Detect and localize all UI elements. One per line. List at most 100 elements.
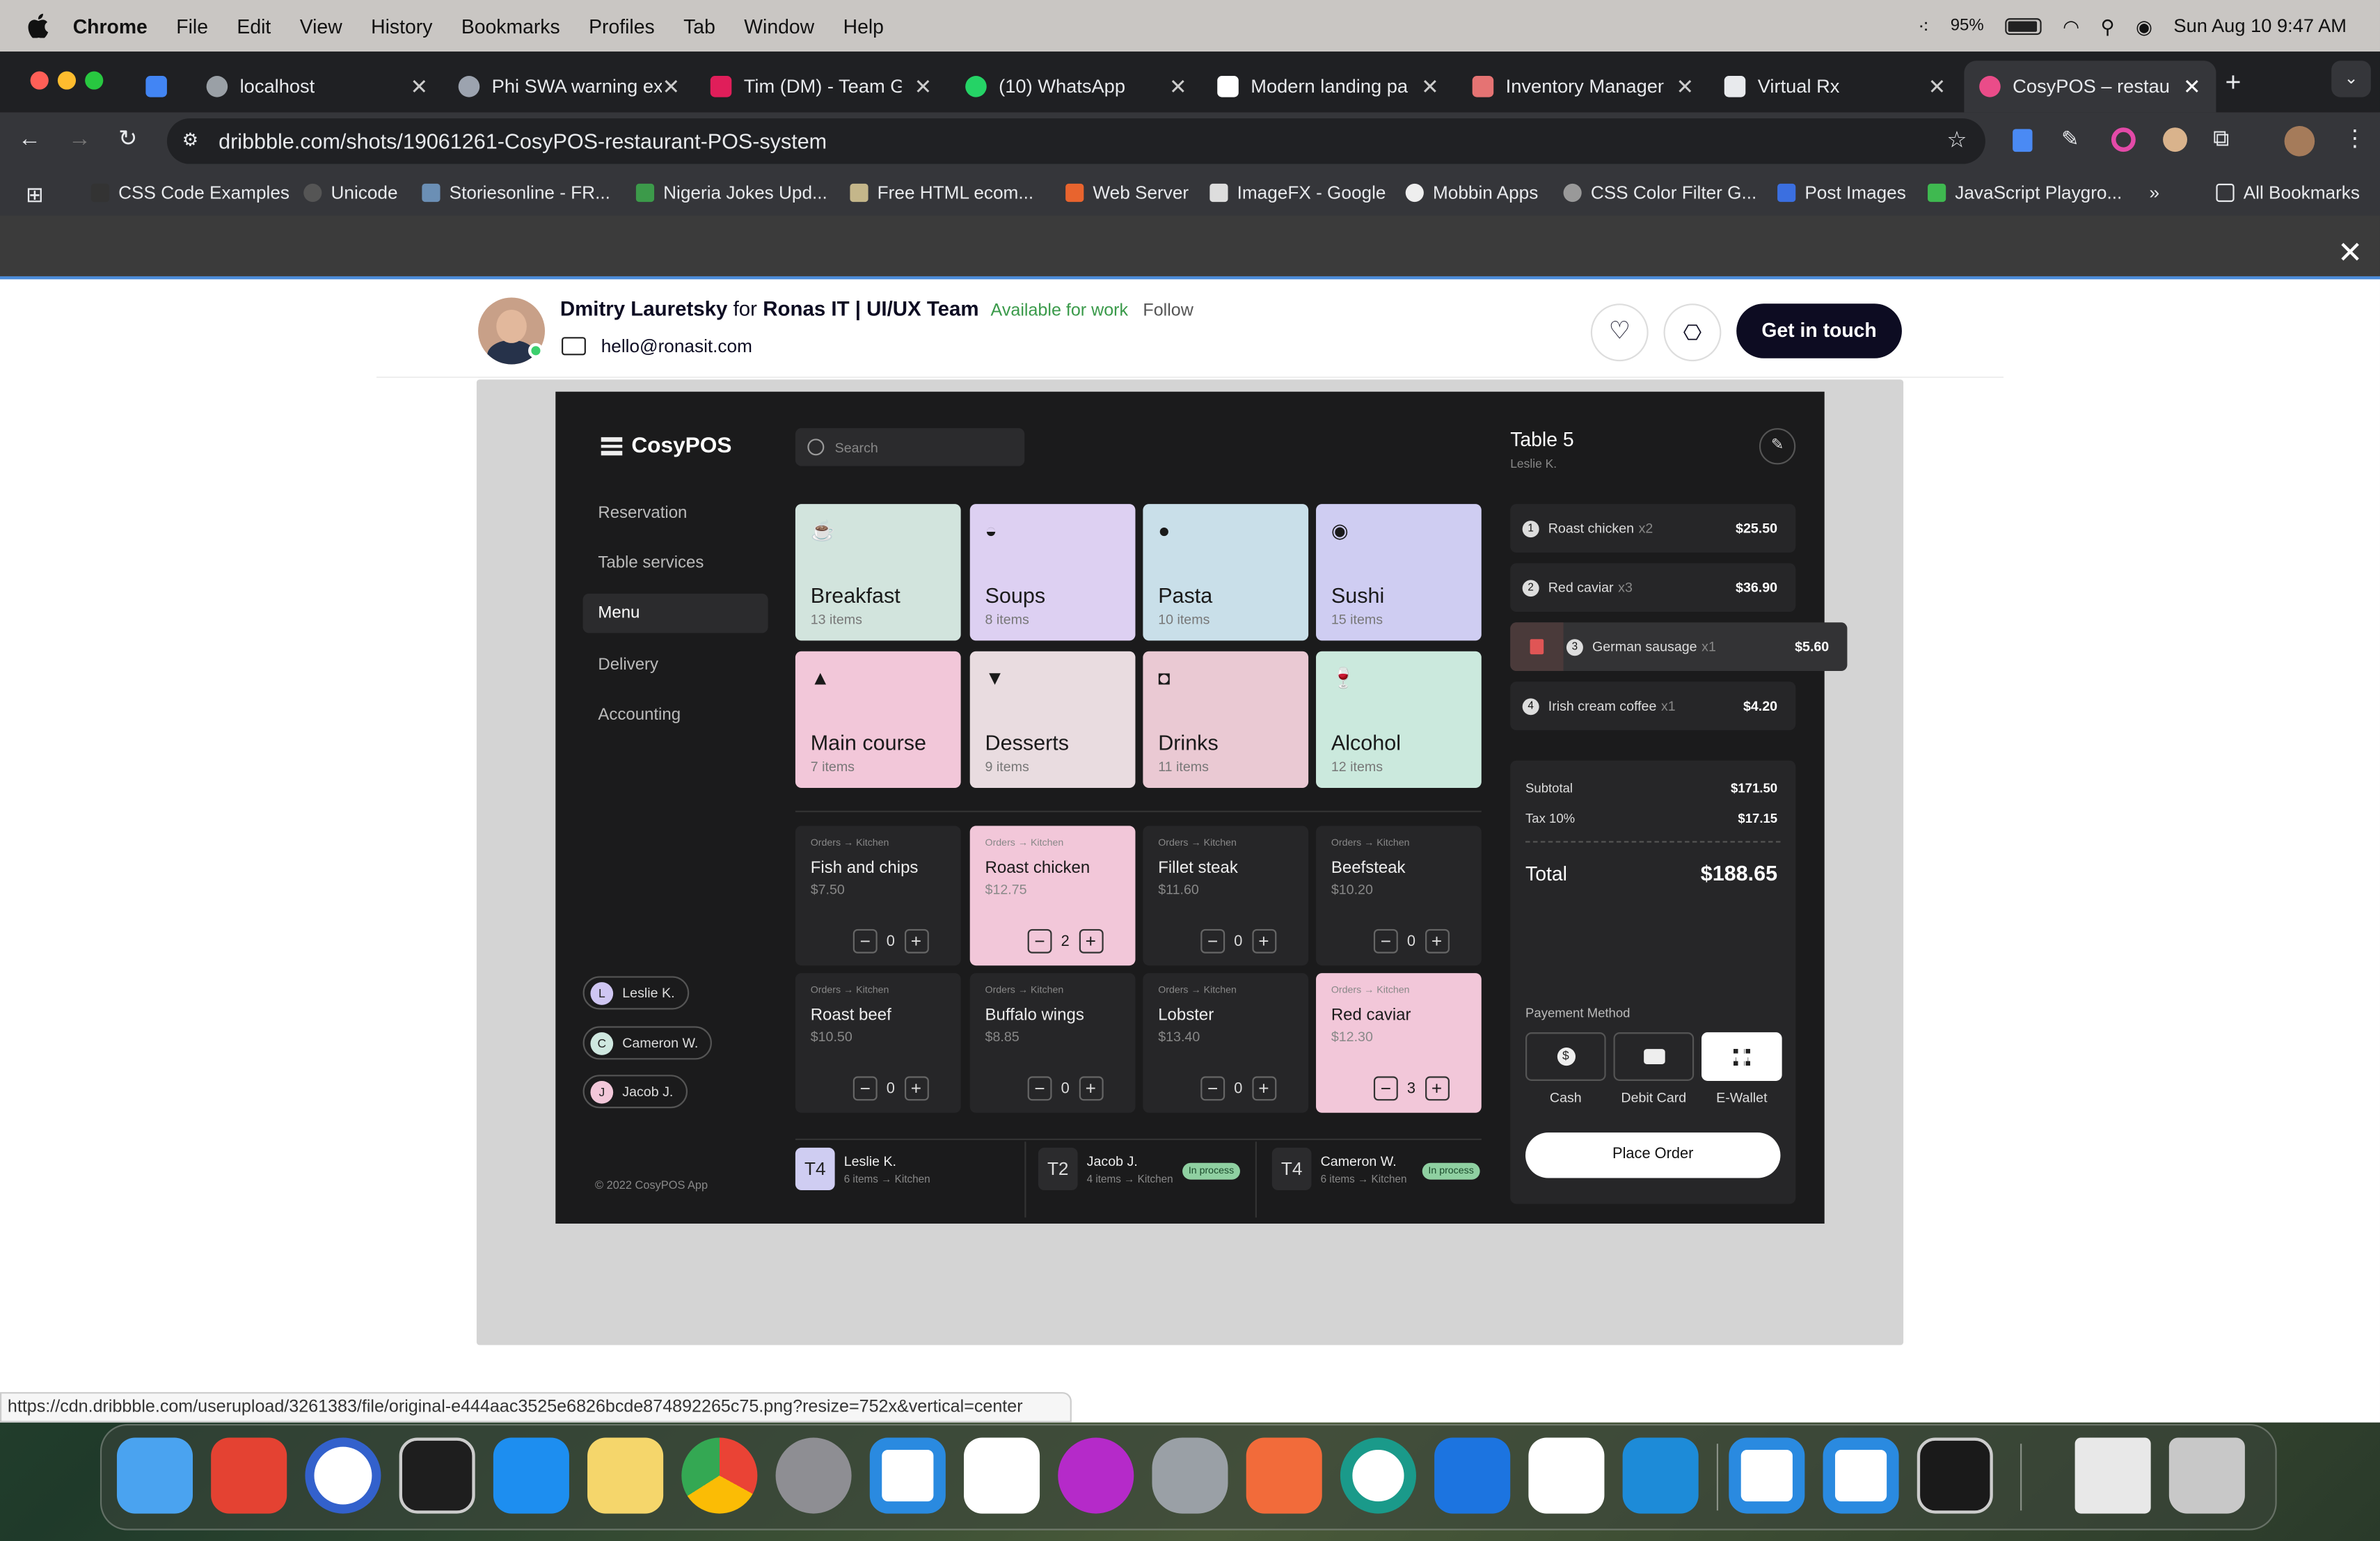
clock[interactable]: Sun Aug 10 9:47 AM (2173, 15, 2347, 37)
team-name[interactable]: Ronas IT | UI/UX Team (763, 297, 978, 320)
spotlight-search-icon[interactable]: ⚲ (2101, 15, 2115, 38)
bookmark-css-code-examples[interactable]: CSS Code Examples (90, 182, 289, 203)
dock-finder-icon[interactable] (116, 1437, 193, 1514)
order-line-4[interactable]: 4 Irish cream coffee x1 $4.20 (1510, 681, 1796, 731)
active-table-t4-leslie[interactable]: T4 Leslie K. 6 items → Kitchen (795, 1147, 1008, 1199)
increment-button[interactable]: + (903, 928, 928, 954)
designer-name[interactable]: Dmitry Lauretsky (560, 297, 728, 320)
nav-accounting[interactable]: Accounting (583, 695, 768, 735)
staff-chip-leslie[interactable]: L Leslie K. (582, 976, 689, 1010)
staff-chip-cameron[interactable]: C Cameron W. (582, 1026, 712, 1060)
bookmark-nigeria-jokes[interactable]: Nigeria Jokes Upd... (635, 182, 827, 203)
close-icon[interactable]: ✕ (1169, 74, 1187, 100)
extension-docs-icon[interactable] (2013, 129, 2033, 152)
nav-table-services[interactable]: Table services (583, 544, 768, 583)
decrement-button[interactable]: − (1373, 928, 1398, 954)
wifi-icon[interactable]: ◠ (2063, 15, 2079, 38)
category-drinks[interactable]: ◘ Drinks 11 items (1143, 651, 1309, 789)
menu-tab[interactable]: Tab (683, 15, 715, 38)
close-icon[interactable]: ✕ (410, 74, 428, 100)
category-main-course[interactable]: ▲ Main course 7 items (795, 651, 961, 789)
dock-vscode-icon[interactable] (869, 1437, 946, 1514)
site-info-icon[interactable]: ⚙ (182, 129, 198, 150)
bookmark-imagefx[interactable]: ImageFX - Google (1209, 182, 1386, 203)
menu-app-name[interactable]: Chrome (73, 15, 148, 38)
dock-postman-icon[interactable] (1246, 1437, 1322, 1514)
category-soups[interactable]: ◒ Soups 8 items (969, 504, 1136, 641)
increment-button[interactable]: + (1425, 1076, 1450, 1101)
close-icon[interactable]: ✕ (1421, 74, 1439, 100)
decrement-button[interactable]: − (852, 1076, 878, 1101)
decrement-button[interactable]: − (1027, 928, 1052, 954)
increment-button[interactable]: + (1425, 928, 1450, 954)
dock-terminal-icon[interactable] (399, 1437, 475, 1514)
bookmarks-overflow-icon[interactable]: » (2149, 182, 2159, 204)
dock-chrome-icon[interactable] (681, 1437, 758, 1514)
eyedropper-icon[interactable]: ✎ (2061, 126, 2079, 152)
increment-button[interactable]: + (1078, 928, 1103, 954)
menu-view[interactable]: View (300, 15, 342, 38)
avatar-extension-icon[interactable] (2163, 127, 2187, 152)
all-bookmarks[interactable]: All Bookmarks (2216, 182, 2360, 203)
place-order-button[interactable]: Place Order (1525, 1132, 1781, 1178)
category-alcohol[interactable]: 🍷 Alcohol 12 items (1316, 651, 1482, 789)
dock-todoist-icon[interactable] (211, 1437, 287, 1514)
tab-virtual-rx[interactable]: Virtual Rx ✕ (1709, 61, 1961, 112)
tab-cosypos[interactable]: CosyPOS – restaura ✕ (1964, 61, 2216, 113)
tab-slack[interactable]: Tim (DM) - Team Gu ✕ (695, 61, 947, 112)
like-heart-button[interactable]: ♡ (1590, 303, 1649, 362)
bookmark-mobbin[interactable]: Mobbin Apps (1405, 182, 1538, 203)
minimize-window-button[interactable] (57, 71, 77, 90)
reload-icon[interactable]: ↻ (118, 125, 137, 152)
follow-link[interactable]: Follow (1143, 302, 1193, 320)
staff-chip-jacob[interactable]: J Jacob J. (582, 1075, 688, 1109)
category-desserts[interactable]: ▼ Desserts 9 items (969, 651, 1136, 789)
designer-email[interactable]: hello@ronasit.com (601, 335, 752, 357)
dock-mongodb-compass-icon[interactable] (964, 1437, 1040, 1514)
dock-xcode-icon[interactable] (1434, 1437, 1511, 1514)
active-table-t4-cameron[interactable]: T4 Cameron W. 6 items → Kitchen In process (1271, 1147, 1484, 1199)
dock-toolbox-icon[interactable] (1340, 1437, 1416, 1514)
menu-edit[interactable]: Edit (237, 15, 271, 38)
tab-localhost[interactable]: localhost ✕ (191, 61, 443, 112)
category-sushi[interactable]: ◉ Sushi 15 items (1316, 504, 1482, 641)
dock-docker-icon[interactable] (1622, 1437, 1699, 1514)
close-window-button[interactable] (30, 71, 49, 90)
payment-e-wallet-button[interactable] (1701, 1032, 1782, 1081)
apps-grid-icon[interactable]: ⊞ (26, 182, 44, 208)
save-bookmark-button[interactable]: ⎔ (1663, 303, 1722, 362)
payment-cash-button[interactable]: $ (1525, 1032, 1606, 1081)
decrement-button[interactable]: − (1200, 1076, 1225, 1101)
nav-menu[interactable]: Menu (582, 593, 768, 633)
tab-phi-swa[interactable]: Phi SWA warning ex ✕ (443, 61, 695, 112)
active-table-t2-jacob[interactable]: T2 Jacob J. 4 items → Kitchen In process (1038, 1147, 1251, 1199)
tab-search-chevron-icon[interactable]: ⌄ (2331, 61, 2371, 97)
dock-database-icon[interactable] (1152, 1437, 1228, 1514)
bookmark-free-html-ecom[interactable]: Free HTML ecom... (850, 182, 1033, 203)
dock-wps-icon[interactable] (1058, 1437, 1134, 1514)
order-line-2[interactable]: 2 Red caviar x3 $36.90 (1510, 563, 1796, 612)
nav-delivery[interactable]: Delivery (583, 645, 768, 685)
dots-status-icon[interactable]: ⁖ (1918, 15, 1929, 38)
decrement-button[interactable]: − (1373, 1076, 1398, 1101)
bookmark-css-color-filter[interactable]: CSS Color Filter G... (1563, 182, 1756, 203)
back-arrow-icon[interactable]: ← (18, 126, 41, 152)
payment-debit-card-button[interactable] (1613, 1032, 1695, 1081)
dock-preview-icon[interactable] (2074, 1437, 2151, 1514)
tab-modern-landing[interactable]: Modern landing pag ✕ (1202, 61, 1454, 112)
address-bar[interactable]: ⚙ dribbble.com/shots/19061261-CosyPOS-re… (166, 118, 1985, 164)
menu-help[interactable]: Help (843, 15, 884, 38)
bookmark-javascript-playground[interactable]: JavaScript Playgro... (1928, 182, 2122, 203)
search-input[interactable]: Search (795, 428, 1025, 466)
category-breakfast[interactable]: ☕ Breakfast 13 items (795, 504, 961, 641)
close-icon[interactable]: ✕ (663, 74, 681, 100)
dock-vscode-2-icon[interactable] (1823, 1437, 1899, 1514)
menu-bookmarks[interactable]: Bookmarks (461, 15, 560, 38)
increment-button[interactable]: + (903, 1076, 928, 1101)
tab-calendar[interactable] (131, 61, 186, 112)
category-pasta[interactable]: ● Pasta 10 items (1143, 504, 1309, 641)
order-line-3-swiped[interactable]: 3 German sausage x1 $5.60 (1510, 622, 1848, 672)
close-modal-icon[interactable]: ✕ (2338, 234, 2363, 272)
bookmark-post-images[interactable]: Post Images (1777, 182, 1906, 203)
dock-chatgpt-icon[interactable] (1528, 1437, 1605, 1514)
